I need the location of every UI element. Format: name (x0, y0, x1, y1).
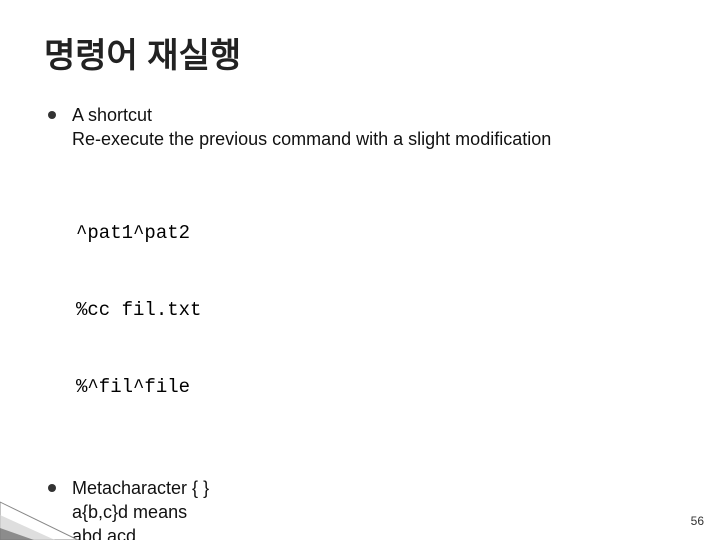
bullet-item: Metacharacter { } a{b,c}d means abd acd (48, 476, 676, 540)
page-number: 56 (691, 514, 704, 528)
code-line: %cc fil.txt (76, 298, 676, 324)
code-line: %^fil^file (76, 375, 676, 401)
code-line: ^pat1^pat2 (76, 221, 676, 247)
bullet-item: A shortcut Re-execute the previous comma… (48, 103, 676, 152)
item-line: A shortcut (72, 105, 152, 125)
code-block: ^pat1^pat2 %cc fil.txt %^fil^file (76, 170, 676, 452)
bullet-icon (48, 111, 56, 119)
bullet-icon (48, 484, 56, 492)
slide: 명령어 재실행 A shortcut Re-execute the previo… (0, 0, 720, 540)
item-line: Re-execute the previous command with a s… (72, 129, 551, 149)
slide-title: 명령어 재실행 (44, 28, 676, 77)
content-area: A shortcut Re-execute the previous comma… (48, 103, 676, 540)
item-line: abd acd (72, 526, 136, 540)
item-line: Metacharacter { } (72, 478, 209, 498)
item-line: a{b,c}d means (72, 502, 187, 522)
